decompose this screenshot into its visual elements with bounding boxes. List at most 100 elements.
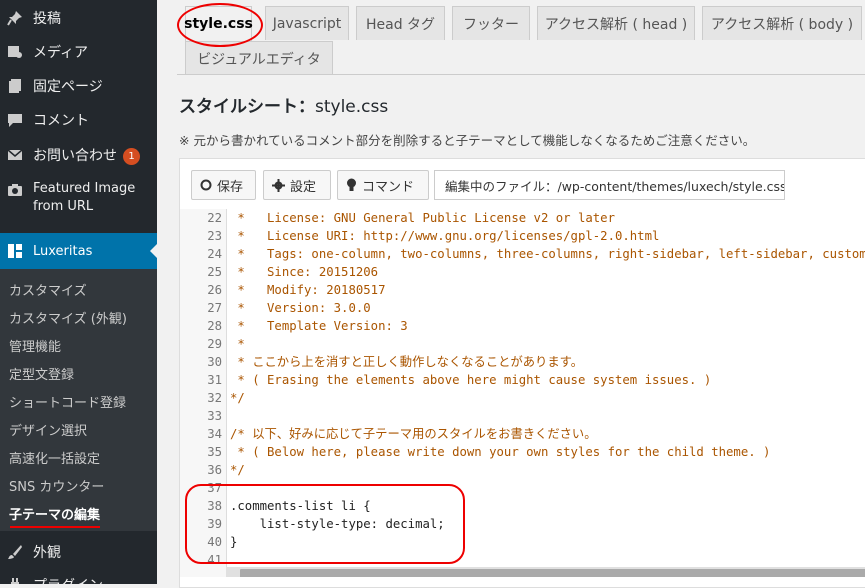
sidebar-item-posts[interactable]: 投稿 — [0, 7, 157, 29]
line-number: 36 — [207, 463, 222, 477]
submenu-item-shortcodes[interactable]: ショートコード登録 — [9, 392, 126, 411]
mail-icon — [6, 146, 24, 164]
page-title-file: style.css — [315, 97, 389, 117]
sidebar-item-pages[interactable]: 固定ページ — [0, 75, 157, 97]
pin-icon — [6, 9, 24, 27]
submenu-item-phrases[interactable]: 定型文登録 — [9, 364, 74, 383]
code-line: 24 * Tags: one-column, two-columns, thre… — [180, 245, 865, 263]
submenu-item-design[interactable]: デザイン選択 — [9, 420, 87, 439]
submenu-item-admin-functions[interactable]: 管理機能 — [9, 336, 61, 355]
submenu-item-customize[interactable]: カスタマイズ — [9, 280, 87, 299]
circle-icon — [200, 179, 212, 191]
annotation-box-code — [185, 484, 465, 564]
code-line: 36 */ — [180, 461, 865, 479]
annotation-underline — [10, 526, 100, 528]
sidebar-item-contact[interactable]: お問い合わせ 1 — [0, 144, 157, 166]
save-button[interactable]: 保存 — [191, 170, 256, 200]
submenu-item-customize-appearance[interactable]: カスタマイズ (外観) — [9, 308, 127, 327]
sidebar-item-label: 投稿 — [33, 11, 61, 27]
warning-notice: ※ 元から書かれているコメント部分を削除すると子テーマとして機能しなくなるためご… — [179, 133, 756, 148]
sidebar-item-appearance[interactable]: 外観 — [0, 541, 157, 563]
line-text: * Modify: 20180517 — [230, 283, 386, 297]
sidebar-item-media[interactable]: メディア — [0, 41, 157, 63]
line-text: * Version: 3.0.0 — [230, 301, 371, 315]
code-line: 29 * — [180, 335, 865, 353]
sidebar-item-label: Featured Image from URL — [33, 181, 136, 214]
line-number: 33 — [207, 409, 222, 423]
main-content: style.css Javascript Head タグ フッター アクセス解析… — [157, 0, 865, 588]
code-line: 32 */ — [180, 389, 865, 407]
command-button[interactable]: コマンド — [337, 170, 429, 200]
code-line: 23 * License URI: http://www.gnu.org/lic… — [180, 227, 865, 245]
line-number: 30 — [207, 355, 222, 369]
code-line: 34 /* 以下、好みに応じて子テーマ用のスタイルをお書きください。 — [180, 425, 865, 443]
tab-head-tag[interactable]: Head タグ — [356, 6, 445, 40]
line-number: 31 — [207, 373, 222, 387]
line-text: * ここから上を消すと正しく動作しなくなることがあります。 — [230, 355, 583, 369]
lightbulb-icon — [346, 178, 357, 192]
plugin-icon — [6, 576, 24, 584]
submenu-item-sns-counter[interactable]: SNS カウンター — [9, 476, 104, 495]
tab-analytics-body[interactable]: アクセス解析 ( body ) — [702, 6, 862, 40]
line-number: 34 — [207, 427, 222, 441]
line-text: * License URI: http://www.gnu.org/licens… — [230, 229, 660, 243]
line-number: 26 — [207, 283, 222, 297]
line-text: * ( Below here, please write down your o… — [230, 445, 771, 459]
line-text: * ( Erasing the elements above here migh… — [230, 373, 712, 387]
line-text: * Template Version: 3 — [230, 319, 408, 333]
file-path-field: 編集中のファイル：/wp-content/themes/luxech/style… — [434, 170, 785, 200]
sidebar-item-label: 外観 — [33, 545, 61, 561]
submenu-item-speedup[interactable]: 高速化一括設定 — [9, 448, 100, 467]
sidebar-item-comments[interactable]: コメント — [0, 109, 157, 131]
sidebar-item-label: メディア — [33, 45, 89, 61]
line-number: 25 — [207, 265, 222, 279]
grid-icon — [6, 242, 24, 260]
sidebar-item-label: Luxeritas — [33, 243, 93, 259]
sidebar-item-label: 固定ページ — [33, 79, 103, 95]
line-number: 27 — [207, 301, 222, 315]
sidebar-item-label: プラグイン — [33, 575, 103, 584]
line-text: */ — [230, 391, 245, 405]
gear-icon — [272, 178, 285, 192]
page-icon — [6, 77, 24, 95]
line-number: 22 — [207, 211, 222, 225]
media-icon — [6, 43, 24, 61]
line-text: * Since: 20151206 — [230, 265, 379, 279]
camera-icon — [6, 181, 24, 199]
scrollbar-thumb[interactable] — [240, 569, 865, 577]
brush-icon — [6, 543, 24, 561]
line-text: * Tags: one-column, two-columns, three-c… — [230, 247, 865, 261]
code-line: 28 * Template Version: 3 — [180, 317, 865, 335]
sidebar-item-luxeritas[interactable]: Luxeritas — [0, 240, 157, 262]
code-line: 22 * License: GNU General Public License… — [180, 209, 865, 227]
code-line: 26 * Modify: 20180517 — [180, 281, 865, 299]
code-line: 33 — [180, 407, 865, 425]
tab-analytics-head[interactable]: アクセス解析 ( head ) — [537, 6, 695, 40]
settings-button[interactable]: 設定 — [263, 170, 331, 200]
sidebar-item-featured-image[interactable]: Featured Image from URL — [0, 178, 157, 218]
line-number: 23 — [207, 229, 222, 243]
sidebar-item-label: コメント — [33, 113, 89, 129]
submenu-item-child-theme-edit[interactable]: 子テーマの編集 — [9, 504, 100, 523]
line-number: 35 — [207, 445, 222, 459]
line-text: */ — [230, 463, 245, 477]
code-line: 30 * ここから上を消すと正しく動作しなくなることがあります。 — [180, 353, 865, 371]
tab-footer[interactable]: フッター — [452, 6, 530, 40]
line-number: 29 — [207, 337, 222, 351]
sidebar-item-label: お問い合わせ — [33, 148, 117, 164]
annotation-circle-tab — [177, 3, 263, 47]
code-line: 27 * Version: 3.0.0 — [180, 299, 865, 317]
line-text: * License: GNU General Public License v2… — [230, 211, 615, 225]
notification-badge: 1 — [123, 147, 140, 165]
line-number: 24 — [207, 247, 222, 261]
line-text: /* 以下、好みに応じて子テーマ用のスタイルをお書きください。 — [230, 427, 597, 441]
tab-divider — [177, 74, 865, 75]
line-number: 28 — [207, 319, 222, 333]
code-line: 31 * ( Erasing the elements above here m… — [180, 371, 865, 389]
comment-icon — [6, 111, 24, 129]
admin-sidebar: 投稿 メディア 固定ページ コメント お問い合わせ 1 Featured Imag… — [0, 0, 157, 584]
tab-javascript[interactable]: Javascript — [265, 6, 349, 40]
code-line: 25 * Since: 20151206 — [180, 263, 865, 281]
sidebar-item-plugins[interactable]: プラグイン — [0, 574, 157, 584]
line-number: 32 — [207, 391, 222, 405]
